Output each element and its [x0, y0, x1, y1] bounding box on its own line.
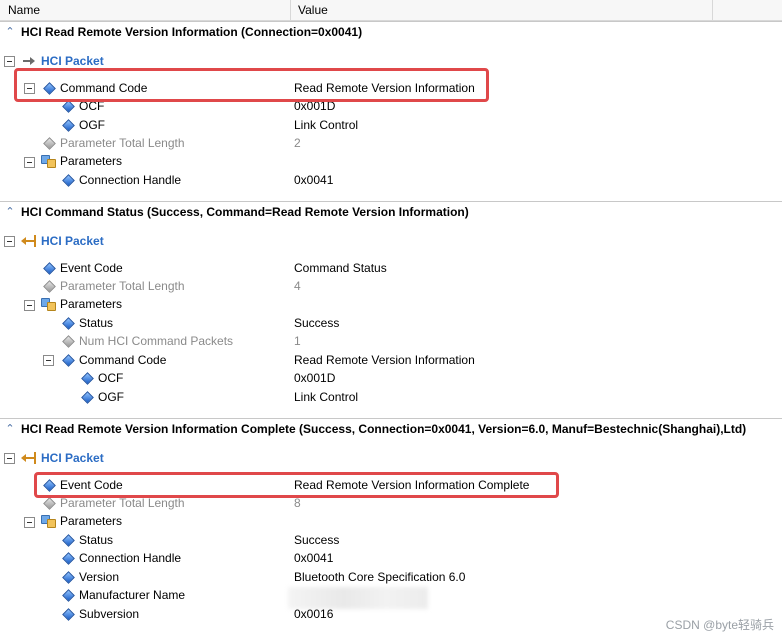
- field-icon: [62, 534, 75, 547]
- highlight-box: [34, 472, 559, 498]
- field-label: Connection Handle: [79, 551, 182, 565]
- field-value: Success: [294, 533, 340, 547]
- collapse-up-icon[interactable]: ⌃: [4, 421, 16, 437]
- section-title: HCI Read Remote Version Information Comp…: [21, 422, 747, 436]
- parameters-icon: [41, 297, 57, 311]
- field-icon: [43, 497, 56, 510]
- section-header[interactable]: ⌃ HCI Command Status (Success, Command=R…: [0, 201, 782, 222]
- column-divider[interactable]: [290, 0, 291, 20]
- collapse-box-icon[interactable]: [24, 517, 35, 528]
- field-icon: [81, 391, 94, 404]
- field-icon: [62, 100, 75, 113]
- collapse-box-icon[interactable]: [4, 453, 15, 464]
- field-icon: [62, 317, 75, 330]
- field-icon: [62, 354, 75, 367]
- field-value: 2: [294, 136, 301, 150]
- column-value[interactable]: Value: [298, 0, 328, 20]
- section-title: HCI Read Remote Version Information (Con…: [21, 25, 363, 39]
- parameters-icon: [41, 514, 57, 528]
- field-icon: [62, 552, 75, 565]
- field-label: Status: [79, 533, 114, 547]
- packet-title: HCI Packet: [41, 451, 104, 465]
- watermark: CSDN @byte轻骑兵: [665, 618, 774, 632]
- field-icon: [62, 589, 75, 602]
- field-label: Num HCI Command Packets: [79, 334, 234, 348]
- field-icon: [62, 335, 75, 348]
- field-value: 1: [294, 334, 301, 348]
- column-divider[interactable]: [712, 0, 713, 20]
- field-value: Command Status: [294, 261, 387, 275]
- field-value: 0x001D: [294, 371, 336, 385]
- field-value: 0x0016: [294, 607, 334, 621]
- collapse-box-icon[interactable]: [4, 56, 15, 67]
- field-label: Status: [79, 316, 114, 330]
- section-header[interactable]: ⌃ HCI Read Remote Version Information (C…: [0, 21, 782, 42]
- collapse-box-icon[interactable]: [24, 157, 35, 168]
- field-icon: [62, 119, 75, 132]
- field-label: Parameters: [60, 297, 123, 311]
- packet-title: HCI Packet: [41, 234, 104, 248]
- field-label: OGF: [98, 390, 124, 404]
- arrow-left-icon: [21, 452, 37, 464]
- section-header[interactable]: ⌃ HCI Read Remote Version Information Co…: [0, 418, 782, 439]
- section-title: HCI Command Status (Success, Command=Rea…: [21, 205, 469, 219]
- field-label: Command Code: [79, 353, 167, 367]
- packet-node[interactable]: HCI Packet: [0, 448, 782, 468]
- arrow-right-icon: [23, 56, 35, 66]
- field-label: Manufacturer Name: [79, 588, 186, 602]
- field-icon: [81, 372, 94, 385]
- highlight-box: [14, 68, 489, 102]
- field-icon: [43, 137, 56, 150]
- column-header: Name Value: [0, 0, 782, 21]
- packet-node[interactable]: HCI Packet: [0, 231, 782, 251]
- collapse-up-icon[interactable]: ⌃: [4, 204, 16, 220]
- collapse-box-icon[interactable]: [4, 236, 15, 247]
- field-value: 0x0041: [294, 173, 334, 187]
- field-label: Parameters: [60, 154, 123, 168]
- parameters-icon: [41, 154, 57, 168]
- field-icon: [43, 262, 56, 275]
- field-value: Read Remote Version Information: [294, 353, 475, 367]
- field-icon: [43, 280, 56, 293]
- field-value: Link Control: [294, 118, 359, 132]
- field-label: Parameter Total Length: [60, 279, 185, 293]
- field-label: Version: [79, 570, 120, 584]
- field-value: Link Control: [294, 390, 359, 404]
- field-label: Parameters: [60, 514, 123, 528]
- field-icon: [62, 608, 75, 621]
- field-value: 4: [294, 279, 301, 293]
- field-value: Bluetooth Core Specification 6.0: [294, 570, 466, 584]
- field-icon: [62, 571, 75, 584]
- field-label: Event Code: [60, 261, 123, 275]
- field-label: Parameter Total Length: [60, 136, 185, 150]
- field-label: OGF: [79, 118, 105, 132]
- collapse-box-icon[interactable]: [43, 355, 54, 366]
- collapse-up-icon[interactable]: ⌃: [4, 24, 16, 40]
- field-label: Subversion: [79, 607, 140, 621]
- field-label: OCF: [98, 371, 124, 385]
- field-value: Success: [294, 316, 340, 330]
- arrow-left-icon: [21, 235, 37, 247]
- field-icon: [62, 174, 75, 187]
- field-label: Connection Handle: [79, 173, 182, 187]
- column-name[interactable]: Name: [8, 0, 40, 20]
- field-value: 0x0041: [294, 551, 334, 565]
- collapse-box-icon[interactable]: [24, 300, 35, 311]
